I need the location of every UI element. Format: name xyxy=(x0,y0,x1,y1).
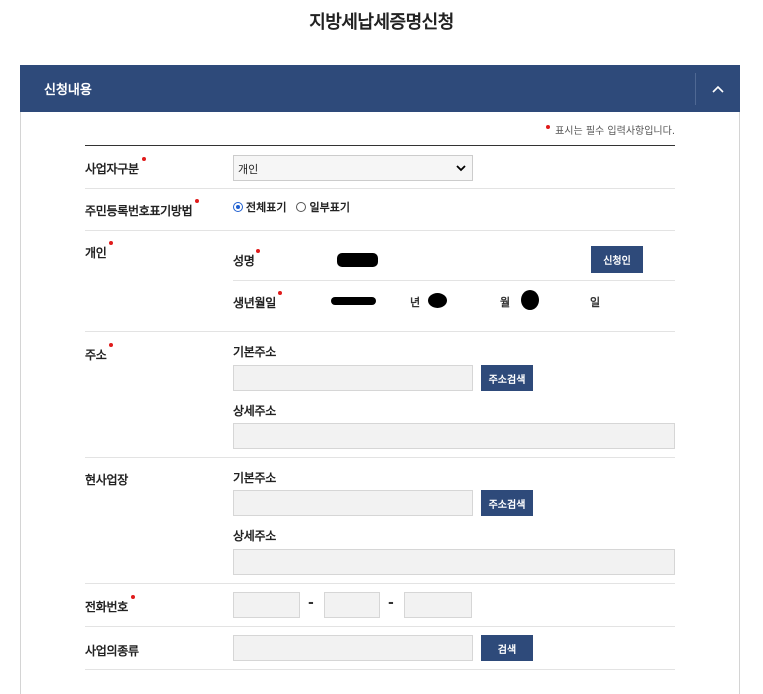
required-dot-icon xyxy=(277,291,282,295)
phone-separator: - xyxy=(388,595,394,611)
required-note: 표시는 필수 입력사항입니다. xyxy=(546,122,675,137)
chevron-down-icon xyxy=(456,165,466,172)
address-search-button[interactable]: 주소검색 xyxy=(481,365,533,391)
business-site-detail-input[interactable] xyxy=(233,549,675,575)
name-label-text: 성명 xyxy=(233,254,255,268)
business-site-basic-input[interactable] xyxy=(233,490,473,516)
address-label: 주소 xyxy=(85,343,114,363)
redacted-birth-month xyxy=(428,293,447,308)
applicant-button[interactable]: 신청인 xyxy=(591,246,643,273)
required-dot-icon xyxy=(546,125,551,129)
row-divider xyxy=(85,331,675,332)
address-label-text: 주소 xyxy=(85,348,107,362)
birth-label-text: 생년월일 xyxy=(233,296,276,310)
rrn-display-label: 주민등록번호표기방법 xyxy=(85,199,200,219)
panel-title: 신청내용 xyxy=(44,83,92,98)
address-detail-input[interactable] xyxy=(233,423,675,449)
redacted-birth-day xyxy=(521,290,539,310)
radio-unchecked-icon xyxy=(296,202,307,212)
business-site-detail-label: 상세주소 xyxy=(233,529,276,543)
day-unit: 일 xyxy=(590,296,601,309)
business-site-basic-label: 기본주소 xyxy=(233,471,276,485)
business-type-value: 개인 xyxy=(238,163,259,176)
rrn-display-label-text: 주민등록번호표기방법 xyxy=(85,204,193,218)
address-basic-label: 기본주소 xyxy=(233,345,276,359)
required-note-text: 표시는 필수 입력사항입니다. xyxy=(555,126,675,137)
rrn-partial-label: 일부표기 xyxy=(309,201,350,214)
row-divider xyxy=(85,230,675,231)
rrn-display-radio-group: 전체표기 일부표기 xyxy=(233,199,350,215)
phone-part3-input[interactable] xyxy=(404,592,472,618)
redacted-name xyxy=(337,253,378,267)
business-type-label-text: 사업자구분 xyxy=(85,162,139,176)
business-site-search-button[interactable]: 주소검색 xyxy=(481,490,533,516)
panel-header: 신청내용 xyxy=(20,65,740,112)
form-top-rule xyxy=(85,145,675,146)
individual-label: 개인 xyxy=(85,241,114,261)
address-basic-input[interactable] xyxy=(233,365,473,391)
required-dot-icon xyxy=(130,595,135,599)
individual-label-text: 개인 xyxy=(85,246,107,260)
address-detail-label: 상세주소 xyxy=(233,404,276,418)
row-divider xyxy=(85,583,675,584)
phone-label-text: 전화번호 xyxy=(85,600,128,614)
business-kind-search-button[interactable]: 검색 xyxy=(481,635,533,661)
page-title: 지방세납세증명신청 xyxy=(309,12,454,33)
phone-part1-input[interactable] xyxy=(233,592,300,618)
rrn-full-radio[interactable]: 전체표기 xyxy=(233,199,286,215)
phone-label: 전화번호 xyxy=(85,595,135,615)
required-dot-icon xyxy=(141,157,146,161)
row-divider xyxy=(85,457,675,458)
subrow-divider xyxy=(233,280,675,281)
birth-label: 생년월일 xyxy=(233,291,282,311)
business-type-label: 사업자구분 xyxy=(85,157,146,177)
business-type-select[interactable]: 개인 xyxy=(233,155,473,181)
month-unit: 월 xyxy=(500,296,511,309)
radio-checked-icon xyxy=(233,202,243,212)
business-kind-input[interactable] xyxy=(233,635,473,661)
phone-part2-input[interactable] xyxy=(324,592,380,618)
collapse-toggle-button[interactable] xyxy=(696,65,740,112)
row-divider xyxy=(85,626,675,627)
row-divider xyxy=(85,188,675,189)
row-divider xyxy=(85,669,675,670)
year-unit: 년 xyxy=(410,296,421,309)
phone-separator: - xyxy=(308,595,314,611)
name-label: 성명 xyxy=(233,249,261,269)
business-site-label: 현사업장 xyxy=(85,473,128,487)
rrn-full-label: 전체표기 xyxy=(246,201,287,214)
chevron-up-icon xyxy=(712,85,724,93)
business-kind-label: 사업의종류 xyxy=(85,644,139,658)
rrn-partial-radio[interactable]: 일부표기 xyxy=(296,199,350,215)
redacted-birth-year xyxy=(331,297,376,305)
